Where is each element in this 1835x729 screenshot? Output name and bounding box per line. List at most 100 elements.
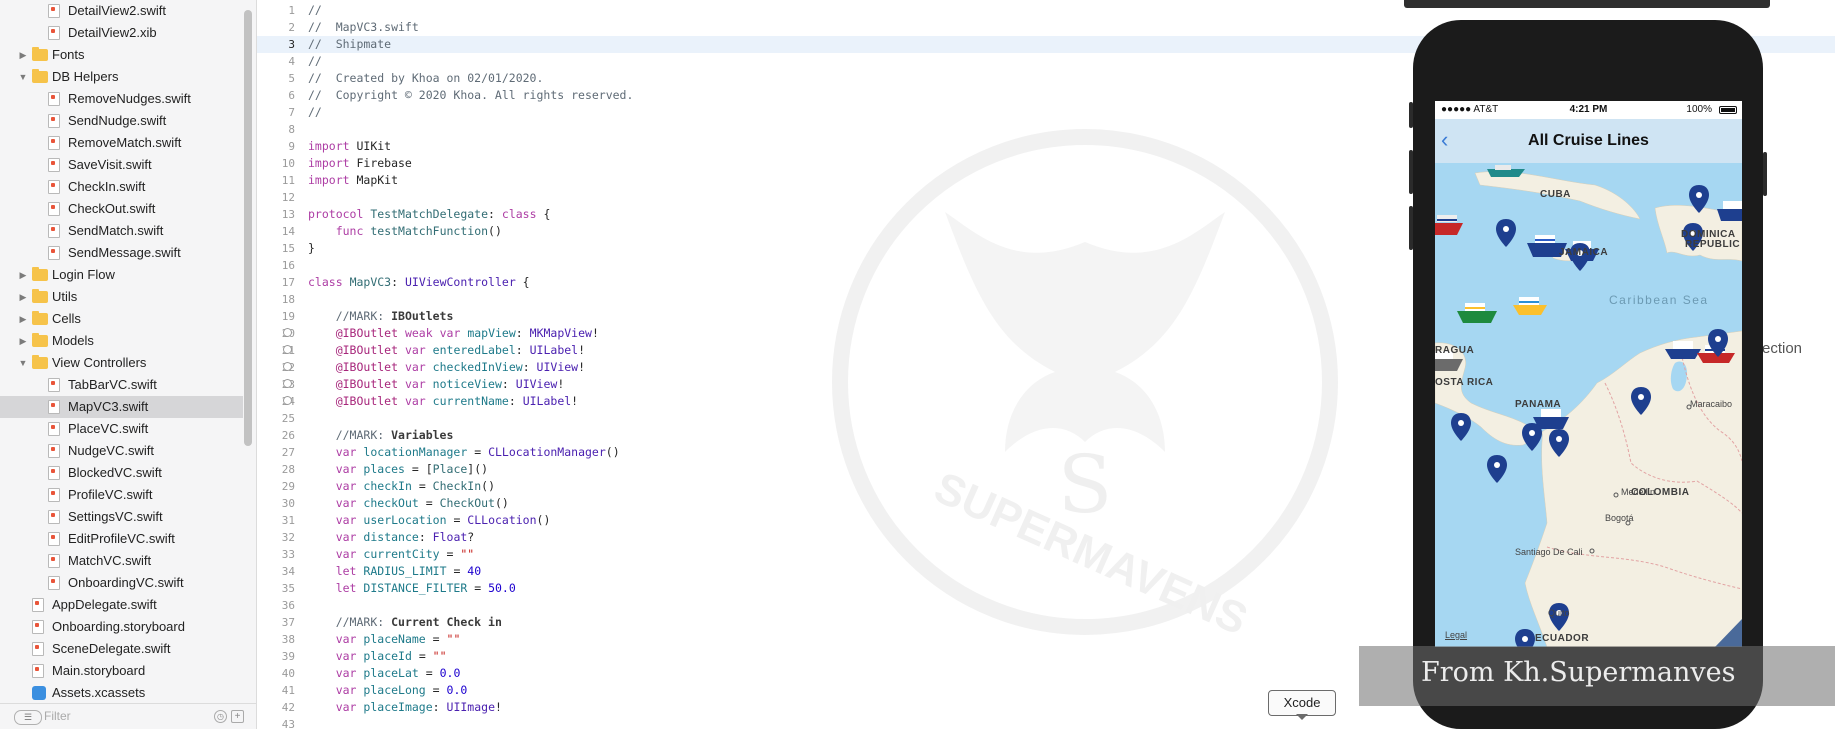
code-token: UIView <box>536 360 579 374</box>
navigator-folder[interactable]: ▶ Utils <box>0 286 243 308</box>
code-token: //MARK: <box>335 309 392 323</box>
navigator-file[interactable]: Main.storyboard <box>0 660 243 682</box>
code-text: @IBOutlet var currentName: UILabel! <box>308 393 578 410</box>
disclosure-collapsed-icon[interactable]: ▶ <box>17 44 29 66</box>
code-token: placeName <box>363 632 426 646</box>
navigator-file[interactable]: EditProfileVC.swift <box>0 528 243 550</box>
navigator-folder[interactable]: ▼ DB Helpers <box>0 66 243 88</box>
navigator-folder[interactable]: ▶ Cells <box>0 308 243 330</box>
navigator-item-label: TabBarVC.swift <box>68 377 157 392</box>
navigator-file[interactable]: RemoveNudges.swift <box>0 88 243 110</box>
code-token: RADIUS_LIMIT <box>363 564 447 578</box>
outlet-connection-icon[interactable] <box>283 379 292 388</box>
swift-file-icon <box>48 510 60 524</box>
navigator-file[interactable]: Onboarding.storyboard <box>0 616 243 638</box>
line-number: 33 <box>281 548 295 561</box>
disclosure-expanded-icon[interactable]: ▼ <box>17 66 29 88</box>
disclosure-collapsed-icon[interactable]: ▶ <box>17 330 29 352</box>
navigator-file[interactable]: SceneDelegate.swift <box>0 638 243 660</box>
disclosure-collapsed-icon[interactable]: ▶ <box>17 286 29 308</box>
navigator-file[interactable]: NudgeVC.swift <box>0 440 243 462</box>
simulator-screen[interactable]: ●●●●● AT&T 4:21 PM 100% ‹ All Cruise Lin… <box>1435 101 1742 647</box>
navigator-scrollbar[interactable] <box>244 10 252 446</box>
disclosure-expanded-icon[interactable]: ▼ <box>17 352 29 374</box>
code-token: "" <box>460 547 475 561</box>
recent-files-icon[interactable]: ◷ <box>214 710 227 723</box>
navigator-folder[interactable]: ▶ Fonts <box>0 44 243 66</box>
navigator-file[interactable]: BlockedVC.swift <box>0 462 243 484</box>
navigator-folder[interactable]: ▶ Login Flow <box>0 264 243 286</box>
code-token: UIKit <box>349 139 392 153</box>
line-number: 41 <box>281 684 295 697</box>
navigator-file[interactable]: DetailView2.swift <box>0 0 243 22</box>
code-token: @IBOutlet <box>335 326 399 340</box>
map-label-nicaragua: RAGUA <box>1435 345 1475 356</box>
filter-input[interactable]: Filter <box>44 707 194 725</box>
code-token: UILabel <box>529 343 579 357</box>
navigator-file[interactable]: SendNudge.swift <box>0 110 243 132</box>
code-token: Place <box>432 462 468 476</box>
map-pin-icon[interactable] <box>1515 629 1535 647</box>
navigator-file[interactable]: MatchVC.swift <box>0 550 243 572</box>
outlet-connection-icon[interactable] <box>283 362 292 371</box>
navigator-folder[interactable]: ▼ View Controllers <box>0 352 243 374</box>
code-token: ! <box>495 700 502 714</box>
code-token: () <box>605 445 620 459</box>
outlet-connection-icon[interactable] <box>283 328 292 337</box>
folder-icon <box>32 69 48 83</box>
navigator-item-label: DB Helpers <box>52 69 119 84</box>
navigator-item-label: ProfileVC.swift <box>68 487 153 502</box>
navigator-file[interactable]: SendMatch.swift <box>0 220 243 242</box>
legal-link[interactable]: Legal <box>1445 630 1467 640</box>
swift-file-icon <box>48 180 60 194</box>
simulator-toolbar[interactable] <box>1404 0 1770 8</box>
code-token: ! <box>578 343 586 357</box>
line-number: 25 <box>281 412 295 425</box>
code-text: var userLocation = CLLocation() <box>308 512 551 529</box>
navigator-file[interactable]: CheckIn.swift <box>0 176 243 198</box>
code-token: DISTANCE_FILTER <box>363 581 468 595</box>
navigator-file[interactable]: TabBarVC.swift <box>0 374 243 396</box>
code-token: // Created by Khoa on 02/01/2020. <box>308 71 544 85</box>
code-text: var currentCity = "" <box>308 546 475 563</box>
navigator-file[interactable]: ProfileVC.swift <box>0 484 243 506</box>
code-token: // <box>308 3 322 17</box>
navigator-item-label: SendNudge.swift <box>68 113 167 128</box>
navigator-item-label: RemoveNudges.swift <box>68 91 191 106</box>
navigator-folder[interactable]: ▶ Models <box>0 330 243 352</box>
navigator-file[interactable]: OnboardingVC.swift <box>0 572 243 594</box>
navigator-file[interactable]: AppDelegate.swift <box>0 594 243 616</box>
code-token: MapVC3 <box>349 275 392 289</box>
disclosure-collapsed-icon[interactable]: ▶ <box>17 308 29 330</box>
code-text: var checkOut = CheckOut() <box>308 495 509 512</box>
disclosure-collapsed-icon[interactable]: ▶ <box>17 264 29 286</box>
add-file-icon[interactable]: + <box>231 710 244 723</box>
navigator-file[interactable]: PlaceVC.swift <box>0 418 243 440</box>
navigator-file[interactable]: Assets.xcassets <box>0 682 243 704</box>
outlet-connection-icon[interactable] <box>283 345 292 354</box>
code-token: = [ <box>404 462 433 476</box>
navigator-file[interactable]: SettingsVC.swift <box>0 506 243 528</box>
code-token: var <box>335 547 357 561</box>
code-token: // <box>308 54 322 68</box>
outlet-connection-icon[interactable] <box>283 396 292 405</box>
navigator-file[interactable]: SendMessage.swift <box>0 242 243 264</box>
navigator-file[interactable]: RemoveMatch.swift <box>0 132 243 154</box>
swift-file-icon <box>48 158 60 172</box>
code-text: var placeName = "" <box>308 631 461 648</box>
navigator-file[interactable]: DetailView2.xib <box>0 22 243 44</box>
navigator-file[interactable]: SaveVisit.swift <box>0 154 243 176</box>
code-token: = <box>446 564 468 578</box>
code-token: var <box>439 326 461 340</box>
map-view[interactable]: CUBA DOMINICA REPUBLIC JAMAICA Caribbean… <box>1435 163 1742 647</box>
navigator-file[interactable]: CheckOut.swift <box>0 198 243 220</box>
filter-options-icon[interactable]: ☰ <box>14 710 42 725</box>
navigator-file[interactable]: MapVC3.swift <box>0 396 243 418</box>
